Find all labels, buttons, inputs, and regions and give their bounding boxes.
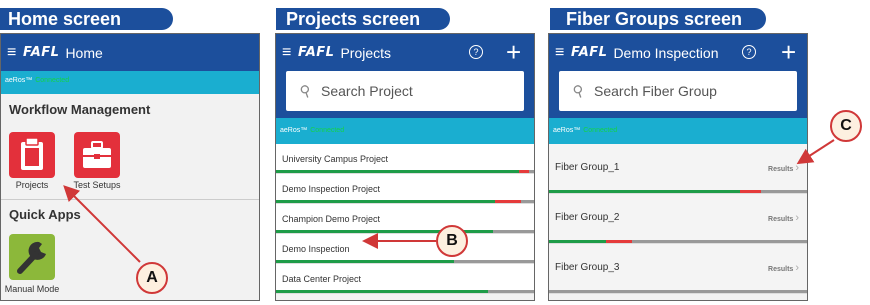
device-name: aeRos™	[553, 127, 581, 134]
app-bar: ≡ FAFL Projects ? +	[276, 34, 534, 71]
clipboard-icon	[21, 137, 43, 170]
home-screen: ≡ FAFL Home aeRos™ Connected Workflow Man…	[0, 33, 260, 301]
project-name: Demo Inspection Project	[282, 184, 381, 194]
menu-icon[interactable]: ≡	[555, 44, 569, 60]
project-row[interactable]: Demo Inspection	[276, 234, 534, 264]
chevron-right-icon: ›	[795, 212, 799, 224]
help-icon[interactable]: ?	[742, 45, 756, 59]
projects-tile[interactable]	[9, 132, 55, 178]
menu-icon[interactable]: ≡	[282, 44, 296, 60]
test-setups-tile-label: Test Setups	[73, 180, 121, 190]
projects-tile-label: Projects	[15, 180, 49, 190]
connection-status: aeRos™ Connected	[276, 118, 534, 144]
menu-icon[interactable]: ≡	[7, 44, 21, 60]
device-name: aeRos™	[5, 77, 33, 84]
search-fiber-group-input[interactable]: ⚲ Search Fiber Group	[559, 71, 797, 111]
add-fiber-group-icon[interactable]: +	[781, 39, 796, 65]
search-icon: ⚲	[297, 81, 314, 102]
search-bar-container: ⚲ Search Project	[276, 71, 534, 118]
progress-bar	[549, 240, 807, 243]
projects-screen: ≡ FAFL Projects ? + ⚲ Search Project aeR…	[275, 33, 535, 301]
fiber-group-row[interactable]: Fiber Group_2 Results ›	[549, 194, 807, 244]
screen-title: Demo Inspection	[613, 44, 719, 61]
app-bar: ≡ FAFL Home	[1, 34, 259, 71]
pass-segment	[549, 240, 606, 243]
toolbox-icon	[83, 141, 111, 168]
quick-apps-header: Quick Apps	[9, 207, 81, 222]
wrench-icon	[17, 241, 46, 274]
results-link[interactable]: Results ›	[768, 262, 799, 274]
project-name: Data Center Project	[282, 274, 362, 284]
pass-segment	[276, 260, 455, 263]
fail-segment	[495, 200, 522, 203]
afl-logo: FAFL	[298, 45, 335, 60]
home-screen-caption: Home screen	[0, 8, 173, 30]
project-row[interactable]: Data Center Project	[276, 264, 534, 294]
fiber-group-name: Fiber Group_3	[555, 262, 620, 273]
connection-status: aeRos™ Connected	[549, 118, 807, 144]
fiber-group-row[interactable]: Fiber Group_1 Results ›	[549, 144, 807, 194]
pass-segment	[276, 290, 488, 293]
afl-logo: FAFL	[571, 45, 608, 60]
search-project-input[interactable]: ⚲ Search Project	[286, 71, 524, 111]
fiber-groups-screen: ≡ FAFL Demo Inspection ? + ⚲ Search Fibe…	[548, 33, 808, 301]
project-row[interactable]: University Campus Project	[276, 144, 534, 174]
results-label: Results	[768, 216, 794, 223]
results-link[interactable]: Results ›	[768, 212, 799, 224]
fiber-group-name: Fiber Group_1	[555, 162, 620, 173]
pass-segment	[549, 190, 740, 193]
results-link[interactable]: Results ›	[768, 162, 799, 174]
fiber-group-name: Fiber Group_2	[555, 212, 620, 223]
progress-bar	[549, 290, 807, 293]
help-icon[interactable]: ?	[469, 45, 483, 59]
device-name: aeRos™	[280, 127, 308, 134]
connection-state: Connected	[583, 127, 618, 134]
pass-segment	[276, 170, 519, 173]
project-row[interactable]: Champion Demo Project	[276, 204, 534, 234]
project-name: University Campus Project	[282, 154, 389, 164]
screen-title: Projects	[340, 44, 392, 61]
chevron-right-icon: ›	[795, 162, 799, 174]
projects-screen-caption: Projects screen	[276, 8, 450, 30]
progress-bar	[276, 260, 534, 263]
chevron-right-icon: ›	[795, 262, 799, 274]
add-project-icon[interactable]: +	[506, 39, 521, 65]
callout-c: C	[830, 110, 862, 142]
results-label: Results	[768, 166, 794, 173]
progress-bar	[276, 200, 534, 203]
progress-bar	[276, 230, 534, 233]
results-label: Results	[768, 266, 794, 273]
connection-state: Connected	[35, 77, 70, 84]
search-icon: ⚲	[570, 81, 587, 102]
manual-mode-tile-label: Manual Mode	[4, 284, 60, 294]
manual-mode-tile[interactable]	[9, 234, 55, 280]
project-row[interactable]: Demo Inspection Project	[276, 174, 534, 204]
fail-segment	[518, 170, 529, 173]
fiber-group-list: Fiber Group_1 Results › Fiber Group_2 Result…	[549, 144, 807, 294]
fail-segment	[605, 240, 632, 243]
workflow-management-header: Workflow Management	[9, 102, 151, 117]
progress-bar	[276, 170, 534, 173]
callout-b: B	[436, 225, 468, 257]
fail-segment	[739, 190, 761, 193]
screen-title: Home	[65, 44, 103, 61]
search-placeholder: Search Fiber Group	[594, 83, 717, 99]
callout-a: A	[136, 262, 168, 294]
search-bar-container: ⚲ Search Fiber Group	[549, 71, 807, 118]
pass-segment	[276, 200, 496, 203]
project-list: University Campus Project Demo Inspection…	[276, 144, 534, 294]
project-name: Champion Demo Project	[282, 214, 381, 224]
connection-status: aeRos™ Connected	[1, 71, 259, 94]
test-setups-tile[interactable]	[74, 132, 120, 178]
fiber-groups-screen-caption: Fiber Groups screen	[550, 8, 766, 30]
progress-bar	[549, 190, 807, 193]
progress-bar	[276, 290, 534, 293]
connection-state: Connected	[310, 127, 345, 134]
search-placeholder: Search Project	[321, 83, 413, 99]
project-name: Demo Inspection	[282, 244, 350, 254]
fiber-group-row[interactable]: Fiber Group_3 Results ›	[549, 244, 807, 294]
app-bar: ≡ FAFL Demo Inspection ? +	[549, 34, 807, 71]
afl-logo: FAFL	[23, 45, 60, 60]
